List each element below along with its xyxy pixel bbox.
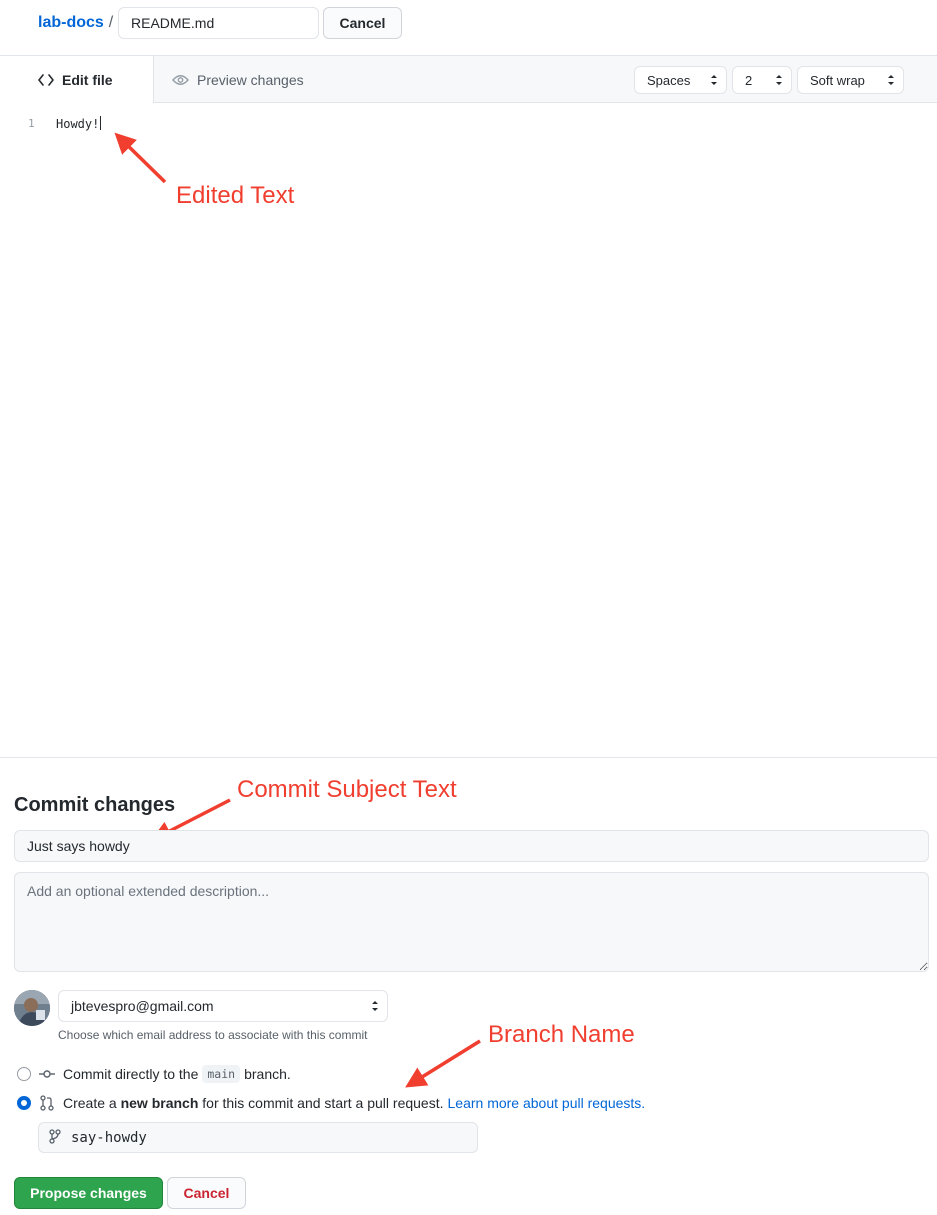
git-branch-icon [49,1128,61,1147]
select-caret-icon [710,73,718,90]
arrow-branch-name [405,1039,481,1088]
option-new-suffix: for this commit and start a pull request… [202,1095,444,1111]
commit-description-textarea[interactable] [14,872,929,972]
code-line-text: Howdy! [56,117,100,131]
option-new-prefix: Create a [63,1095,117,1111]
cancel-header-button[interactable]: Cancel [323,7,402,39]
text-cursor [100,116,102,130]
commit-email-select[interactable]: jbtevespro@gmail.com [58,990,388,1022]
filename-input[interactable] [118,7,319,39]
main-branch-chip: main [202,1065,241,1083]
git-pull-request-icon [39,1095,55,1111]
avatar [14,990,50,1026]
annotation-branch-name: Branch Name [488,1021,635,1048]
breadcrumb-separator: / [108,14,114,31]
indent-mode-value: Spaces [647,72,691,88]
wrap-mode-value: Soft wrap [810,72,865,88]
propose-changes-button[interactable]: Propose changes [14,1177,163,1209]
commit-subject-input[interactable] [14,830,929,862]
tab-preview-label: Preview changes [197,71,304,88]
option-commit-direct[interactable]: Commit directly to the main branch. [17,1063,291,1085]
indent-size-select[interactable]: 2 [732,66,792,94]
wrap-mode-select[interactable]: Soft wrap [797,66,904,94]
editor-tabbar: Edit file Preview changes Spaces 2 Soft … [0,55,937,104]
repo-link[interactable]: lab-docs [38,14,104,32]
learn-more-link[interactable]: Learn more about pull requests. [448,1095,646,1111]
radio-commit-direct[interactable] [17,1067,31,1081]
branch-name-input[interactable] [69,1128,449,1147]
code-icon [38,74,54,86]
commit-section-title: Commit changes [14,794,176,816]
indent-size-value: 2 [745,72,753,88]
code-editor[interactable]: 1 Howdy! [0,103,937,758]
option-direct-prefix: Commit directly to the [63,1066,199,1082]
annotation-edited-text: Edited Text [176,182,295,209]
radio-new-branch[interactable] [17,1096,31,1110]
option-direct-suffix: branch. [244,1066,291,1082]
annotation-commit-subject: Commit Subject Text [237,776,457,803]
breadcrumb: lab-docs / [38,7,117,39]
line-number: 1 [28,117,35,130]
select-caret-icon [775,73,783,90]
cancel-commit-button[interactable]: Cancel [167,1177,246,1209]
option-new-branch[interactable]: Create a new branch for this commit and … [17,1092,645,1114]
indent-mode-select[interactable]: Spaces [634,66,727,94]
select-caret-icon [887,73,895,90]
code-line[interactable]: Howdy! [56,116,102,131]
git-commit-icon [39,1069,55,1079]
tab-edit-file-label: Edit file [62,72,113,88]
eye-icon [172,74,189,86]
commit-email-note: Choose which email address to associate … [58,1028,368,1042]
tab-preview-changes[interactable]: Preview changes [172,56,304,103]
commit-email-value: jbtevespro@gmail.com [71,998,214,1014]
tab-edit-file[interactable]: Edit file [0,55,154,104]
select-caret-icon [371,999,379,1016]
option-new-bold: new branch [120,1095,199,1111]
branch-name-field[interactable] [38,1122,478,1153]
